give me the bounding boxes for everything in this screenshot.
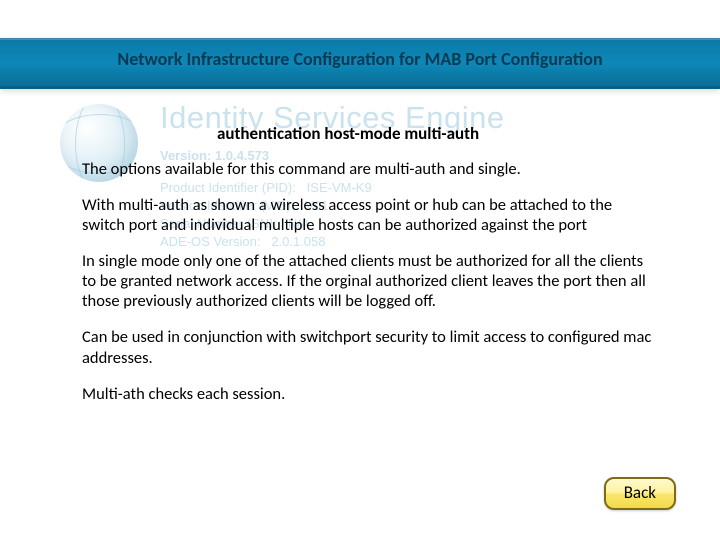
- content-area: authentication host-mode multi-auth The …: [82, 124, 652, 420]
- paragraph-2: With multi-auth as shown a wireless acce…: [82, 195, 652, 235]
- back-button[interactable]: Back: [604, 477, 676, 510]
- paragraph-5: Multi-ath checks each session.: [82, 384, 652, 404]
- command-line: authentication host-mode multi-auth: [82, 124, 652, 145]
- slide: Network Infrastructure Configuration for…: [0, 0, 720, 540]
- paragraph-4: Can be used in conjunction with switchpo…: [82, 327, 652, 367]
- paragraph-3: In single mode only one of the attached …: [82, 251, 652, 311]
- slide-title: Network Infrastructure Configuration for…: [0, 48, 720, 70]
- paragraph-1: The options available for this command a…: [82, 159, 652, 179]
